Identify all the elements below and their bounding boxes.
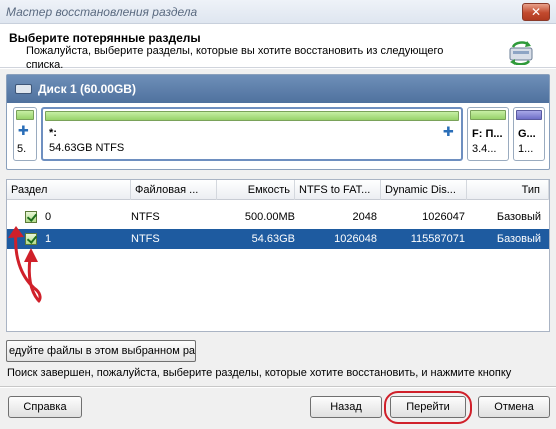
header-title: Выберите потерянные разделы: [9, 31, 201, 45]
disk-partition-g[interactable]: G... 1...: [513, 107, 545, 161]
table-row[interactable]: 0 NTFS 500.00MB 2048 1026047 Базовый: [7, 207, 549, 227]
column-header-ntfs-fat[interactable]: NTFS to FAT...: [295, 180, 381, 200]
cell-capacity: 54.63GB: [251, 233, 295, 245]
disk-partition-small[interactable]: ✚ 5.: [13, 107, 37, 161]
disk-header: Диск 1 (60.00GB): [7, 75, 549, 103]
partition-usage-bar: [516, 110, 542, 120]
disk-partition-main[interactable]: *: 54.63GB NTFS ✚: [41, 107, 463, 161]
cell-partition: 0: [45, 211, 52, 223]
partition-info: 54.63GB NTFS: [49, 142, 125, 154]
cell-capacity: 500.00MB: [244, 211, 295, 223]
cell-filesystem: NTFS: [131, 233, 160, 245]
disk-map: Диск 1 (60.00GB) ✚ 5. *: 54.63GB NTFS ✚ …: [6, 74, 550, 170]
close-button[interactable]: ✕: [522, 3, 550, 21]
help-button[interactable]: Справка: [8, 396, 82, 418]
partition-usage-bar: [16, 110, 34, 120]
cell-type: Базовый: [496, 211, 541, 223]
disk-partition-f[interactable]: F: П... 3.4...: [467, 107, 509, 161]
cell-filesystem: NTFS: [131, 211, 160, 223]
table-row-selected[interactable]: 1 NTFS 54.63GB 1026048 115587071 Базовый: [7, 229, 549, 249]
plus-icon: ✚: [443, 124, 454, 139]
cell-partition: 1: [45, 233, 52, 245]
wizard-header: Выберите потерянные разделы Пожалуйста, …: [0, 24, 556, 71]
partition-usage-bar: [470, 110, 506, 120]
plus-icon: ✚: [18, 123, 29, 138]
cell-dynamic: 115587071: [410, 233, 465, 245]
view-files-button[interactable]: едуйте файлы в этом выбранном разд: [6, 340, 196, 362]
recovery-icon: [509, 41, 533, 65]
partition-name: 5.: [17, 143, 27, 155]
row-checkbox[interactable]: [25, 211, 37, 223]
column-header-capacity[interactable]: Емкость: [217, 180, 295, 200]
status-text: Поиск завершен, пожалуйста, выберите раз…: [7, 367, 512, 379]
partition-name: G...: [518, 128, 536, 140]
highlight-ring: [384, 391, 472, 424]
partition-table: Раздел Файловая ... Емкость NTFS to FAT.…: [6, 179, 550, 332]
hard-disk-icon: [15, 84, 32, 94]
back-button[interactable]: Назад: [310, 396, 382, 418]
partition-name: *:: [49, 127, 57, 139]
table-header: Раздел Файловая ... Емкость NTFS to FAT.…: [7, 180, 549, 200]
partition-name: F: П...: [472, 128, 503, 140]
divider: [0, 386, 556, 388]
partition-info: 3.4...: [472, 143, 497, 155]
window-title: Мастер восстановления раздела: [6, 5, 198, 19]
column-header-dynamic[interactable]: Dynamic Dis...: [381, 180, 467, 200]
partition-usage-bar: [45, 111, 459, 121]
header-subtitle: Пожалуйста, выберите разделы, которые вы…: [26, 45, 444, 71]
partition-info: 1...: [518, 143, 534, 155]
cell-type: Базовый: [496, 233, 541, 245]
column-header-type[interactable]: Тип: [467, 180, 549, 200]
cell-ntfs-fat: 2048: [352, 211, 377, 223]
cell-ntfs-fat: 1026048: [334, 233, 377, 245]
column-header-partition[interactable]: Раздел: [7, 180, 131, 200]
cell-dynamic: 1026047: [422, 211, 465, 223]
row-checkbox[interactable]: [25, 233, 37, 245]
column-header-filesystem[interactable]: Файловая ...: [131, 180, 217, 200]
cancel-button[interactable]: Отмена: [478, 396, 550, 418]
disk-label: Диск 1 (60.00GB): [38, 82, 136, 96]
title-bar: Мастер восстановления раздела ✕: [0, 0, 556, 24]
